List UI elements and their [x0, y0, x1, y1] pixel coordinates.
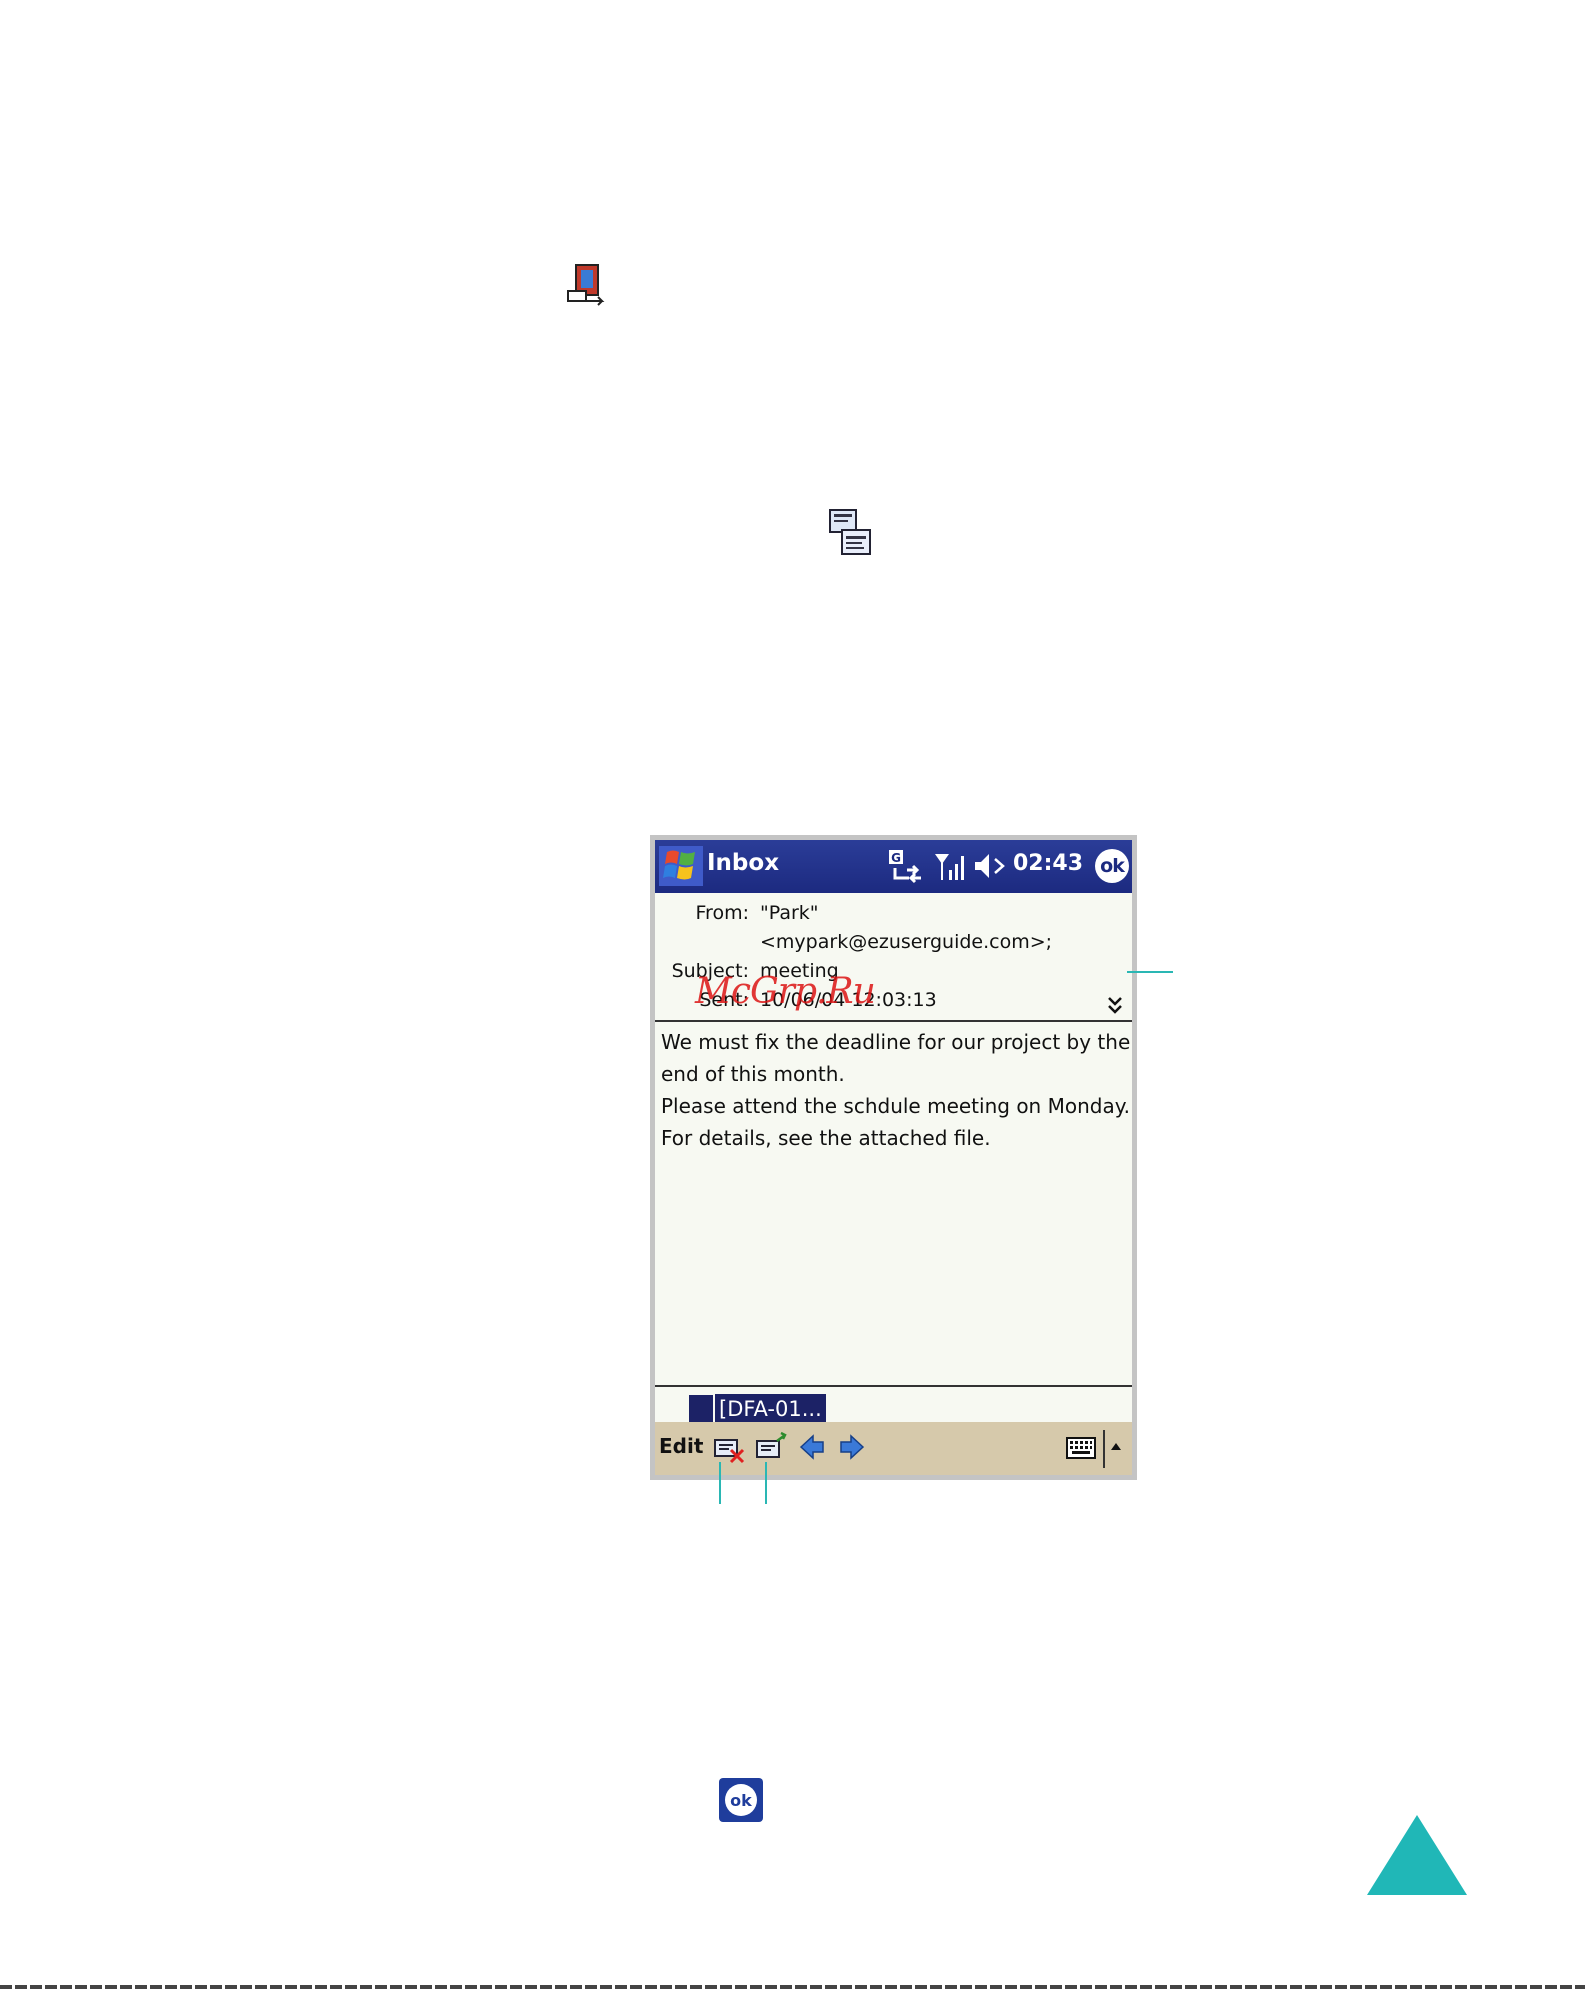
expand-header-icon[interactable]	[1106, 995, 1124, 1015]
ok-icon-label: ok	[730, 1791, 752, 1810]
next-message-icon[interactable]	[839, 1434, 865, 1460]
body-line: Please attend the schdule meeting on Mon…	[661, 1094, 1131, 1118]
body-line: For details, see the attached file.	[661, 1126, 991, 1150]
message-header: From: "Park" <mypark@ezuserguide.com>; S…	[655, 893, 1132, 1020]
body-line: We must fix the deadline for our project…	[661, 1030, 1131, 1054]
from-label: From:	[695, 902, 749, 924]
input-method-arrow-icon[interactable]	[1110, 1441, 1122, 1451]
device-screen: Inbox G 02:43 ok From: "Park" <mypark@ez…	[650, 835, 1137, 1480]
activesync-icon	[567, 264, 605, 306]
edit-menu[interactable]: Edit	[659, 1434, 703, 1458]
delete-message-icon[interactable]	[713, 1434, 747, 1464]
watermark: McGrp.Ru	[695, 971, 876, 1012]
callout-line-delete	[719, 1462, 721, 1504]
bottom-toolbar: Edit	[655, 1422, 1132, 1475]
ok-button-icon: ok	[719, 1778, 763, 1822]
ok-button[interactable]: ok	[1095, 849, 1129, 883]
body-line: end of this month.	[661, 1062, 845, 1086]
page-triangle-icon	[1367, 1815, 1467, 1895]
attachment-icon[interactable]	[689, 1395, 713, 1423]
app-title: Inbox	[707, 850, 780, 876]
callout-line-reply	[765, 1462, 767, 1504]
signal-strength-icon[interactable]	[933, 850, 967, 882]
start-menu-icon[interactable]	[659, 846, 703, 886]
from-name: "Park"	[760, 902, 819, 924]
messages-icon	[829, 509, 871, 555]
keyboard-icon[interactable]	[1066, 1436, 1096, 1460]
attachment-row: [DFA-01...	[655, 1387, 1132, 1427]
title-bar: Inbox G 02:43 ok	[655, 840, 1132, 893]
message-body[interactable]: We must fix the deadline for our project…	[661, 1026, 1131, 1154]
page-bottom-rule	[0, 1985, 1585, 1989]
previous-message-icon[interactable]	[799, 1434, 825, 1460]
volume-icon[interactable]	[973, 851, 1007, 881]
attachment-link[interactable]: [DFA-01...	[715, 1394, 826, 1424]
header-divider	[655, 1020, 1132, 1022]
clock[interactable]: 02:43	[1013, 851, 1083, 876]
svg-text:G: G	[891, 851, 901, 865]
gprs-connection-icon[interactable]: G	[887, 848, 925, 884]
from-address: <mypark@ezuserguide.com>;	[760, 931, 1053, 953]
input-panel-divider	[1103, 1430, 1105, 1468]
callout-line-header	[1127, 971, 1173, 973]
reply-icon[interactable]	[755, 1431, 787, 1461]
